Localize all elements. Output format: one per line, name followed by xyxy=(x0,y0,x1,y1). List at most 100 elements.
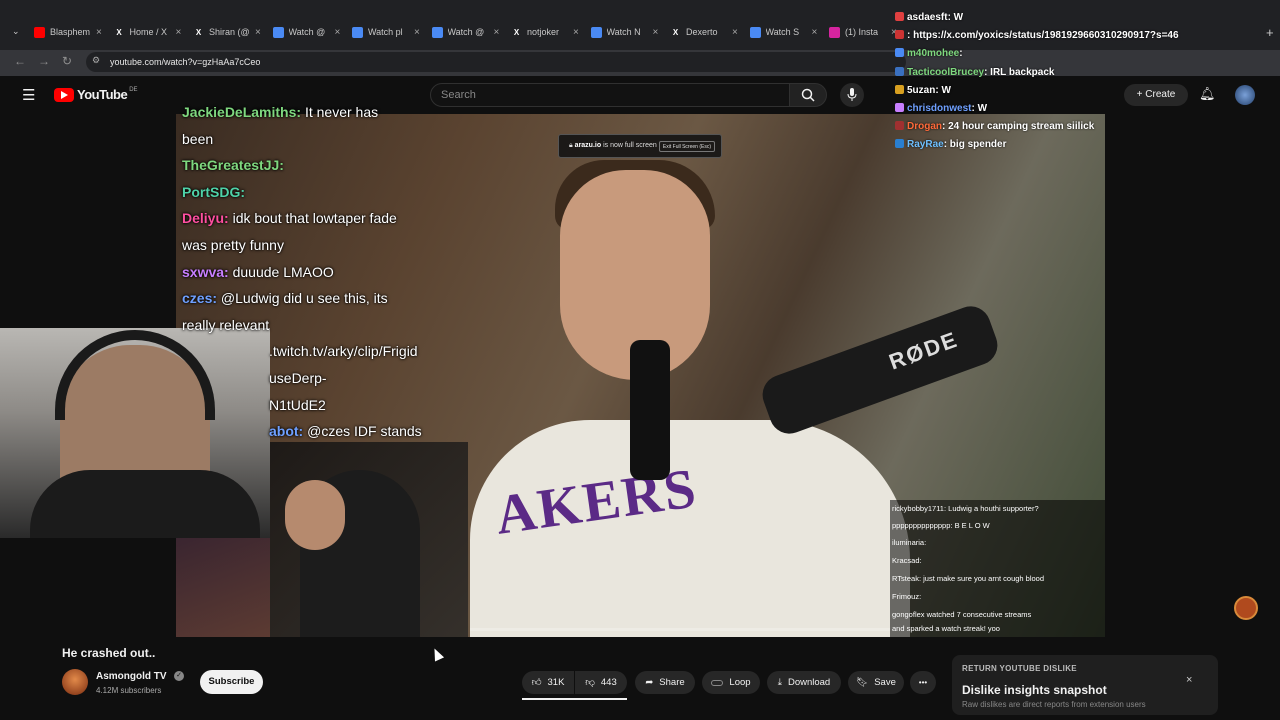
close-tab-icon[interactable]: × xyxy=(414,27,420,38)
browser-tab[interactable]: X Shiran (@ × xyxy=(193,22,267,42)
chat-text: duuude LMAOO xyxy=(232,263,334,280)
loop-label: Loop xyxy=(729,677,751,688)
close-tab-icon[interactable]: × xyxy=(335,27,341,38)
save-button[interactable]: 🔖︎ Save xyxy=(848,671,904,694)
new-tab-button[interactable]: + xyxy=(1266,22,1274,42)
studio-microphone xyxy=(630,340,670,480)
browser-tab[interactable]: Xnotjoker × xyxy=(511,22,585,42)
youtube-logo[interactable]: YouTube DE xyxy=(54,87,138,102)
floating-avatar[interactable] xyxy=(1234,596,1258,620)
close-tab-icon[interactable]: × xyxy=(255,27,261,38)
chat-text: .twitch.tv/arky/clip/Frigid xyxy=(269,343,418,360)
more-actions-button[interactable]: ••• xyxy=(910,671,936,694)
url-field[interactable]: youtube.com/watch?v=gzHaAa7cCeo xyxy=(86,52,906,72)
chat-username: abot: xyxy=(269,423,304,440)
close-tab-icon[interactable]: × xyxy=(176,27,182,38)
close-tab-icon[interactable]: × xyxy=(96,27,102,38)
browser-tab[interactable]: Watch pl × xyxy=(352,22,426,42)
browser-tab[interactable]: (1) Insta × xyxy=(829,22,903,42)
video-progress-bar[interactable] xyxy=(470,628,890,631)
close-tab-icon[interactable]: × xyxy=(653,27,659,38)
chat-message: Frimouz: xyxy=(892,592,922,601)
browser-tab[interactable]: Watch N × xyxy=(590,22,665,42)
browser-tab[interactable]: X Home / X × xyxy=(114,22,188,42)
microphone-icon xyxy=(847,88,857,101)
dislike-button[interactable]: 👎︎ 443 xyxy=(575,671,627,694)
tab-label: Watch @ xyxy=(288,27,326,37)
close-tab-icon[interactable]: × xyxy=(812,27,818,38)
chat-message: TheGreatestJJ: xyxy=(182,157,284,173)
chat-username: czes: xyxy=(182,290,218,307)
browser-tab[interactable]: Watch @ × xyxy=(431,22,506,42)
site-info-icon[interactable]: ⚙ xyxy=(92,55,100,66)
reload-icon[interactable]: ↻ xyxy=(62,54,72,68)
chat-text: @czes IDF stands xyxy=(307,423,422,440)
chat-message: gongoflex watched 7 consecutive streams xyxy=(892,610,1032,619)
browser-tab[interactable]: X Dexerto × xyxy=(670,22,744,42)
menu-icon[interactable]: ☰ xyxy=(22,86,35,104)
back-icon[interactable]: ← xyxy=(14,54,26,68)
chat-message: Drogan: 24 hour camping stream siilick xyxy=(895,121,1094,132)
tab-label: Watch @ xyxy=(447,27,485,37)
subscribe-button[interactable]: Subscribe xyxy=(200,670,263,694)
ryd-heading: RETURN YOUTUBE DISLIKE xyxy=(962,664,1077,673)
chat-overlay-bottom-right: rickybobby1711: Ludwig a houthi supporte… xyxy=(890,500,1105,637)
chat-username: Drogan xyxy=(907,121,942,133)
close-tab-icon[interactable]: × xyxy=(573,27,579,38)
exit-fullscreen-button[interactable]: Exit Full Screen (Esc) xyxy=(658,141,715,152)
download-button[interactable]: ⤓ Download xyxy=(767,671,841,694)
search-button[interactable] xyxy=(789,83,827,107)
chat-message: useDerp- xyxy=(269,370,327,386)
fullscreen-toast: 🔒︎ arazu.io is now full screen Exit Full… xyxy=(558,134,722,158)
close-tab-icon[interactable]: × xyxy=(732,27,738,38)
ryd-close-button[interactable]: × xyxy=(1186,674,1192,686)
chat-text: : W xyxy=(935,84,951,96)
tab-label: notjoker xyxy=(527,27,560,37)
browser-tab[interactable]: Blasphem × xyxy=(34,22,108,42)
chat-message: RTsteak: just make sure you arnt cough b… xyxy=(892,574,1045,583)
like-count: 31K xyxy=(547,677,565,688)
voice-search-button[interactable] xyxy=(840,83,864,107)
chat-text: was pretty funny xyxy=(182,237,284,253)
share-button[interactable]: ➦ Share xyxy=(635,671,695,694)
channel-avatar[interactable] xyxy=(62,669,88,695)
browser-tab[interactable]: Watch S × xyxy=(749,22,824,42)
tab-search-button[interactable]: ⌄ xyxy=(12,26,20,37)
chat-message: sxwva: duuude LMAOO xyxy=(182,264,334,280)
search-input[interactable]: Search xyxy=(430,83,790,107)
x-icon: X xyxy=(513,27,520,37)
chat-text: been xyxy=(182,130,214,147)
chat-username: RayRae xyxy=(907,139,944,151)
chat-text: It never has xyxy=(304,104,379,120)
chat-text: : xyxy=(959,48,963,60)
browser-tab[interactable]: Watch @ × xyxy=(272,22,347,42)
tab-label: Watch S xyxy=(765,27,800,37)
badge-icon xyxy=(895,103,904,112)
chat-message: abot: @czes IDF stands xyxy=(269,423,422,439)
loop-button[interactable]: Loop xyxy=(702,671,760,694)
chat-text: @Ludwig did u see this, its xyxy=(220,290,388,307)
ryd-subtitle: Raw dislikes are direct reports from ext… xyxy=(962,700,1146,709)
chat-username: asdaesft xyxy=(907,12,948,23)
tab-label: Dexerto xyxy=(686,27,718,37)
tab-label: Watch N xyxy=(606,27,641,37)
chat-username: chrisdonwest xyxy=(907,103,972,114)
badge-icon xyxy=(895,66,904,76)
channel-name[interactable]: Asmongold TV xyxy=(96,671,167,682)
chat-text: : 24 hour camping stream siilick xyxy=(942,121,1095,133)
like-button[interactable]: 👍︎ 31K xyxy=(522,671,574,694)
chrome-icon xyxy=(352,26,363,38)
chrome-icon xyxy=(431,26,443,38)
tab-label: Home / X xyxy=(129,27,168,37)
chat-overlay-left: JackieDeLamiths: It never has been TheGrea… xyxy=(176,104,470,444)
dislike-count: 443 xyxy=(600,677,617,688)
subscriber-count: 4.12M subscribers xyxy=(96,686,162,695)
chat-message: RayRae: big spender xyxy=(895,139,1007,150)
thumbs-down-icon: 👎︎ xyxy=(585,677,595,688)
forward-icon[interactable]: → xyxy=(38,54,50,68)
close-tab-icon[interactable]: × xyxy=(494,27,500,38)
webcam2-face xyxy=(285,480,345,550)
tab-label: (1) Insta xyxy=(845,27,879,37)
chat-username: PortSDG: xyxy=(182,183,245,200)
download-icon: ⤓ xyxy=(777,677,782,688)
